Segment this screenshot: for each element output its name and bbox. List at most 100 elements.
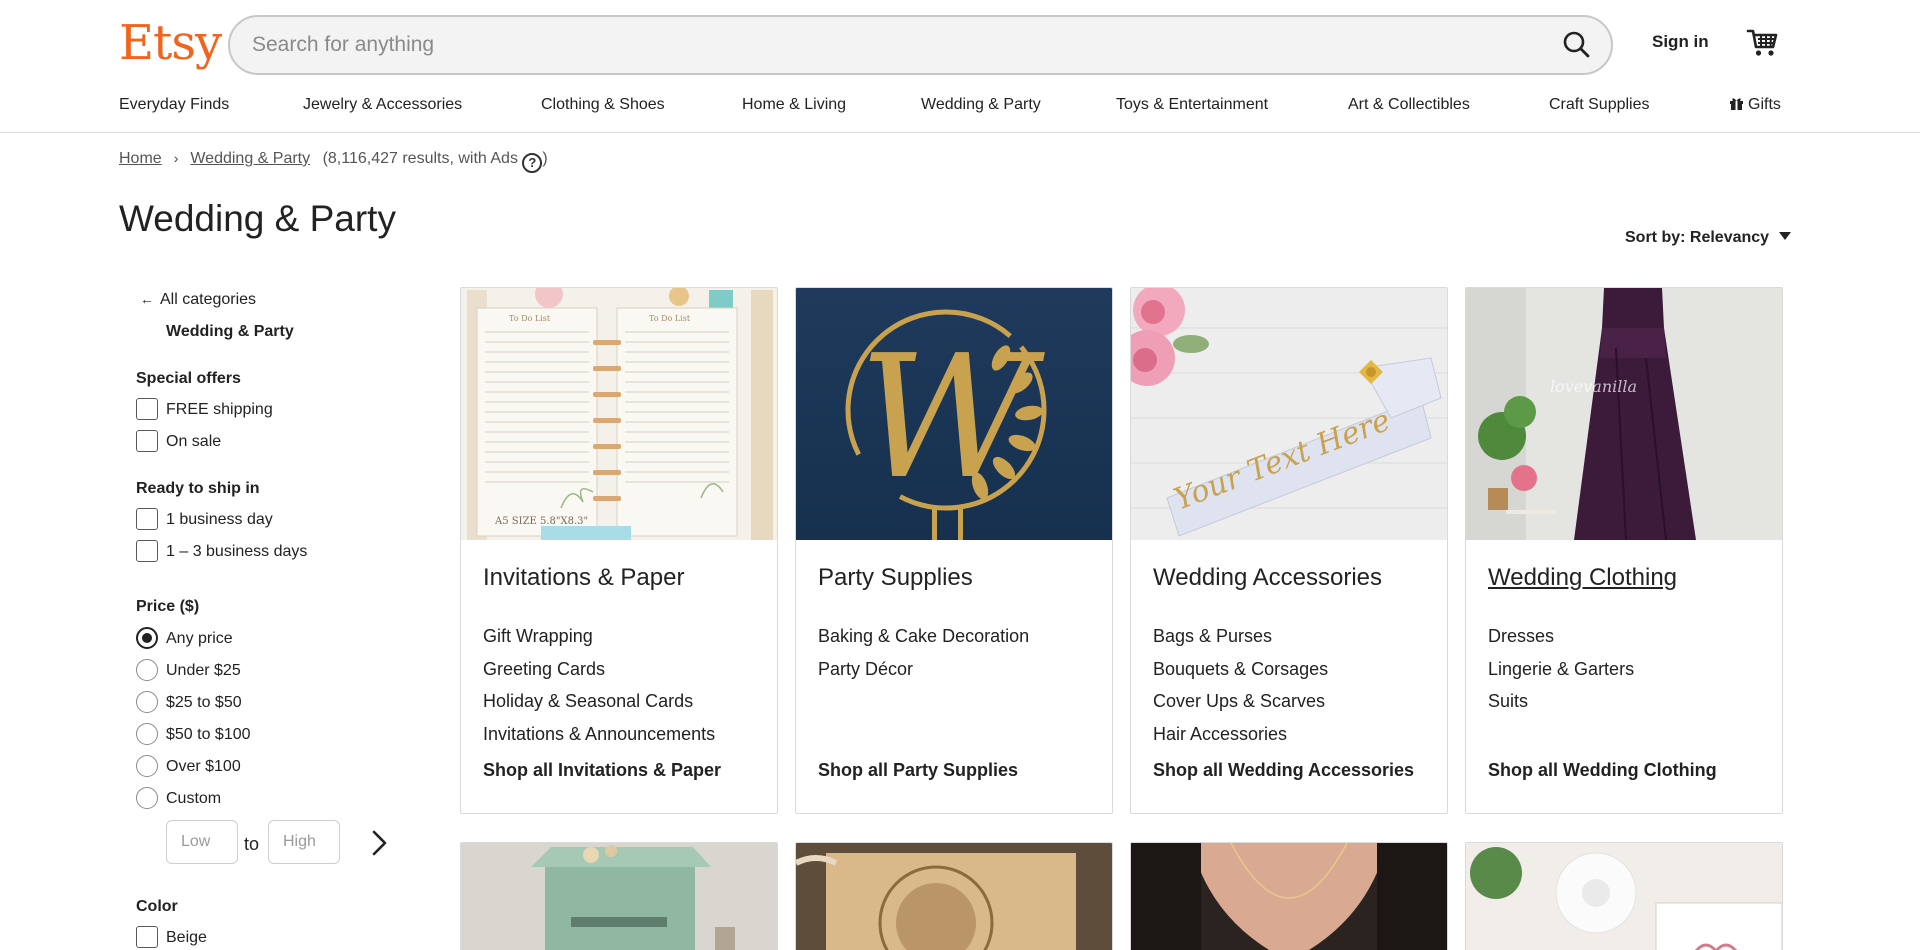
nav-toys-entertainment[interactable]: Toys & Entertainment bbox=[1116, 96, 1268, 114]
subcategory-link[interactable]: Invitations & Announcements bbox=[483, 718, 715, 751]
price-high-input[interactable] bbox=[268, 820, 340, 864]
breadcrumb-home[interactable]: Home bbox=[119, 150, 162, 167]
subcategory-link[interactable]: Dresses bbox=[1488, 620, 1634, 653]
one-day-label: 1 business day bbox=[166, 511, 273, 528]
one-three-days-checkbox[interactable] bbox=[136, 540, 158, 562]
cart-icon[interactable] bbox=[1746, 26, 1780, 60]
search-bar[interactable] bbox=[228, 15, 1613, 75]
arrow-left-icon: ← bbox=[140, 291, 154, 307]
free-shipping-checkbox[interactable] bbox=[136, 398, 158, 420]
free-shipping-label: FREE shipping bbox=[166, 401, 273, 418]
guestbook-image bbox=[796, 843, 1112, 950]
subcategory-link[interactable]: Lingerie & Garters bbox=[1488, 653, 1634, 686]
subcategory-link[interactable]: Baking & Cake Decoration bbox=[818, 620, 1029, 653]
nav-gifts[interactable]: Gifts bbox=[1729, 96, 1781, 114]
subcategory-link[interactable]: Bouquets & Corsages bbox=[1153, 653, 1328, 686]
subcategory-link[interactable]: Party Décor bbox=[818, 653, 1029, 686]
result-count-close: ) bbox=[542, 150, 548, 167]
nav-art-collectibles[interactable]: Art & Collectibles bbox=[1348, 96, 1470, 114]
shop-all-link[interactable]: Shop all Wedding Accessories bbox=[1153, 760, 1414, 781]
any-price-label: Any price bbox=[166, 630, 233, 647]
search-input[interactable] bbox=[252, 31, 1502, 59]
category-nav: Everyday Finds Jewelry & Accessories Clo… bbox=[119, 96, 1799, 118]
beige-label: Beige bbox=[166, 929, 207, 946]
nav-clothing-shoes[interactable]: Clothing & Shoes bbox=[541, 96, 665, 114]
nav-jewelry-accessories[interactable]: Jewelry & Accessories bbox=[303, 96, 462, 114]
breadcrumb-current[interactable]: Wedding & Party bbox=[190, 150, 310, 167]
subcategory-link[interactable]: Gift Wrapping bbox=[483, 620, 715, 653]
all-categories-label: All categories bbox=[160, 291, 257, 308]
category-title[interactable]: Wedding Clothing bbox=[1488, 564, 1677, 592]
on-sale-label: On sale bbox=[166, 433, 222, 450]
over-100-radio[interactable] bbox=[136, 755, 158, 777]
beige-checkbox[interactable] bbox=[136, 926, 158, 948]
over-100-label: Over $100 bbox=[166, 758, 241, 775]
party-supplies-image[interactable]: W bbox=[796, 288, 1112, 540]
sign-in-link[interactable]: Sign in bbox=[1652, 32, 1709, 52]
etsy-logo[interactable]: Etsy bbox=[119, 15, 222, 71]
category-card-wedding-accessories[interactable]: Your Text Here Wedding Accessories Bags … bbox=[1130, 287, 1448, 814]
nav-everyday-finds[interactable]: Everyday Finds bbox=[119, 96, 229, 114]
shop-all-link[interactable]: Shop all Wedding Clothing bbox=[1488, 760, 1717, 781]
25-to-50-radio[interactable] bbox=[136, 691, 158, 713]
wedding-accessories-image[interactable]: Your Text Here bbox=[1131, 288, 1447, 540]
category-card-row2-2[interactable] bbox=[795, 842, 1113, 950]
help-icon[interactable]: ? bbox=[522, 153, 543, 173]
custom-price-radio[interactable] bbox=[136, 787, 158, 809]
category-card-row2-3[interactable] bbox=[1130, 842, 1448, 950]
subcategory-link[interactable]: Suits bbox=[1488, 685, 1634, 718]
25-to-50-label: $25 to $50 bbox=[166, 694, 242, 711]
caret-down-icon bbox=[1779, 232, 1792, 240]
on-sale-checkbox[interactable] bbox=[136, 430, 158, 452]
price-to-label: to bbox=[244, 834, 260, 854]
flower-sign-image bbox=[1466, 843, 1782, 950]
subcategory-list: Dresses Lingerie & Garters Suits bbox=[1488, 620, 1634, 718]
50-to-100-radio[interactable] bbox=[136, 723, 158, 745]
category-card-party-supplies[interactable]: W Party Supplies Baking & Cake Decoratio… bbox=[795, 287, 1113, 814]
subcategory-link[interactable]: Hair Accessories bbox=[1153, 718, 1328, 751]
under-25-radio[interactable] bbox=[136, 659, 158, 681]
sort-dropdown[interactable]: Sort by: Relevancy bbox=[1625, 229, 1792, 247]
monogram-letter: W bbox=[859, 319, 1046, 517]
nav-gifts-label: Gifts bbox=[1748, 96, 1781, 113]
watermark-text: lovevanilla bbox=[1550, 377, 1637, 396]
invitations-paper-image[interactable]: To Do List To Do List A5 SIZE 5.8"X8.3" bbox=[461, 288, 777, 540]
to-do-list-text-left: To Do List bbox=[509, 314, 551, 323]
wedding-clothing-image[interactable]: lovevanilla bbox=[1466, 288, 1782, 540]
ready-to-ship-heading: Ready to ship in bbox=[136, 480, 260, 497]
category-card-row2-4[interactable] bbox=[1465, 842, 1783, 950]
sort-label: Sort by: Relevancy bbox=[1625, 229, 1770, 246]
subcategory-link[interactable]: Greeting Cards bbox=[483, 653, 715, 686]
category-card-invitations-paper[interactable]: To Do List To Do List A5 SIZE 5.8"X8.3" … bbox=[460, 287, 778, 814]
chevron-right-icon: › bbox=[173, 150, 179, 166]
price-heading: Price ($) bbox=[136, 598, 200, 615]
one-three-days-label: 1 – 3 business days bbox=[166, 543, 308, 560]
category-title[interactable]: Party Supplies bbox=[818, 564, 973, 592]
subcategory-link[interactable]: Holiday & Seasonal Cards bbox=[483, 685, 715, 718]
shop-all-link[interactable]: Shop all Party Supplies bbox=[818, 760, 1018, 781]
special-offers-heading: Special offers bbox=[136, 370, 241, 387]
50-to-100-label: $50 to $100 bbox=[166, 726, 251, 743]
chevron-right-icon[interactable] bbox=[364, 828, 394, 858]
subcategory-link[interactable]: Cover Ups & Scarves bbox=[1153, 685, 1328, 718]
search-icon[interactable] bbox=[1559, 27, 1595, 63]
nav-craft-supplies[interactable]: Craft Supplies bbox=[1549, 96, 1650, 114]
nav-wedding-party[interactable]: Wedding & Party bbox=[921, 96, 1041, 114]
current-category[interactable]: Wedding & Party bbox=[166, 323, 294, 341]
category-title[interactable]: Wedding Accessories bbox=[1153, 564, 1382, 592]
page-title: Wedding & Party bbox=[119, 198, 396, 239]
any-price-radio[interactable] bbox=[136, 627, 158, 649]
custom-price-label: Custom bbox=[166, 790, 222, 807]
category-card-wedding-clothing[interactable]: lovevanilla Wedding Clothing Dresses Lin… bbox=[1465, 287, 1783, 814]
category-card-row2-1[interactable] bbox=[460, 842, 778, 950]
category-title[interactable]: Invitations & Paper bbox=[483, 564, 684, 592]
one-day-checkbox[interactable] bbox=[136, 508, 158, 530]
nav-home-living[interactable]: Home & Living bbox=[742, 96, 846, 114]
all-categories-link[interactable]: ← All categories bbox=[140, 291, 256, 309]
subcategory-link[interactable]: Bags & Purses bbox=[1153, 620, 1328, 653]
price-low-input[interactable] bbox=[166, 820, 238, 864]
subcategory-list: Baking & Cake Decoration Party Décor bbox=[818, 620, 1029, 685]
subcategory-list: Gift Wrapping Greeting Cards Holiday & S… bbox=[483, 620, 715, 750]
shop-all-link[interactable]: Shop all Invitations & Paper bbox=[483, 760, 721, 781]
a5-size-text: A5 SIZE 5.8"X8.3" bbox=[494, 516, 588, 527]
